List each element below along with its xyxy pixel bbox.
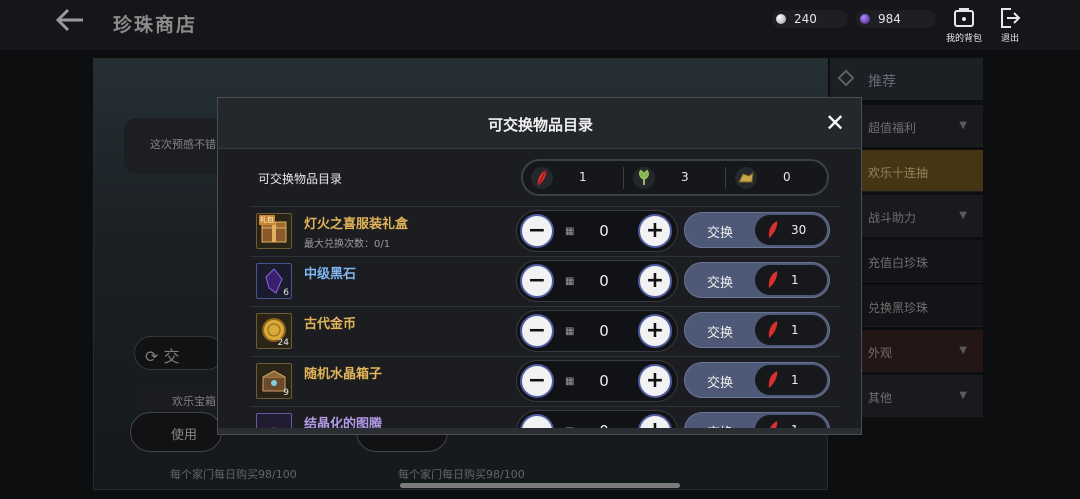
price-pill: 1 xyxy=(755,265,827,295)
white-pearl-value: 240 xyxy=(794,12,817,26)
price-value: 30 xyxy=(791,223,807,237)
increase-button[interactable]: + xyxy=(638,264,672,298)
item-quantity: 24 xyxy=(277,338,289,348)
price-value: 1 xyxy=(791,323,799,337)
decrease-button[interactable]: − xyxy=(520,364,554,398)
increase-button[interactable]: + xyxy=(638,364,672,398)
item-limit: 最大兑换次数：0/1 xyxy=(304,239,391,250)
red-feather-icon xyxy=(765,369,781,391)
quantity-value: 0 xyxy=(599,222,609,240)
red-feather-icon xyxy=(765,219,781,241)
back-arrow-icon[interactable] xyxy=(55,8,84,37)
quantity-stepper: − ▦ 0 + xyxy=(516,210,678,252)
ancient-coin-icon[interactable]: 24 xyxy=(256,313,292,349)
exchange-button[interactable]: 交换 1 xyxy=(684,362,830,398)
exit-label: 退出 xyxy=(1000,34,1019,44)
close-icon[interactable]: ✕ xyxy=(824,111,846,135)
exit-icon xyxy=(999,8,1021,28)
exchange-catalog-modal: 可交换物品目录 ✕ 可交换物品目录 1 3 0 礼包 灯火之喜服装礼盒 最大兑换… xyxy=(217,97,862,435)
decrease-button[interactable]: − xyxy=(520,264,554,298)
quantity-value: 0 xyxy=(599,272,609,290)
token-green-herb: 3 xyxy=(625,161,725,194)
price-value: 1 xyxy=(791,273,799,287)
exchange-label: 交换 xyxy=(707,376,734,391)
modal-footer-edge xyxy=(218,428,861,434)
item-name: 灯火之喜服装礼盒 xyxy=(304,217,409,232)
token-golden-relic: 0 xyxy=(727,161,827,194)
item-name: 古代金币 xyxy=(304,317,357,332)
calculator-icon[interactable]: ▦ xyxy=(565,326,574,337)
price-pill: 1 xyxy=(755,365,827,395)
catalog-label: 可交换物品目录 xyxy=(258,172,343,186)
table-row: 24 古代金币 − ▦ 0 + 交换 1 xyxy=(250,306,840,356)
black-stone-icon[interactable]: 6 xyxy=(256,263,292,299)
black-pearl-counter: 984 xyxy=(856,10,936,28)
inventory-button[interactable]: 我的背包 xyxy=(944,8,984,44)
table-row: 9 随机水晶箱子 − ▦ 0 + 交换 1 xyxy=(250,356,840,406)
exchange-label: 交换 xyxy=(707,326,734,341)
quantity-value: 0 xyxy=(599,322,609,340)
calculator-icon[interactable]: ▦ xyxy=(565,226,574,237)
increase-button[interactable]: + xyxy=(638,314,672,348)
calculator-icon[interactable]: ▦ xyxy=(565,376,574,387)
price-value: 1 xyxy=(791,373,799,387)
golden-relic-icon xyxy=(735,167,757,189)
page-title: 珍珠商店 xyxy=(113,14,198,36)
exchange-button[interactable]: 交换 30 xyxy=(684,212,830,248)
red-feather-icon xyxy=(531,167,553,189)
green-herb-icon xyxy=(633,167,655,189)
black-pearl-value: 984 xyxy=(878,12,901,26)
price-pill: 1 xyxy=(755,315,827,345)
exchange-label: 交换 xyxy=(707,226,734,241)
table-row: 6 中级黑石 − ▦ 0 + 交换 1 xyxy=(250,256,840,306)
exit-button[interactable]: 退出 xyxy=(990,8,1030,44)
inventory-label: 我的背包 xyxy=(945,34,982,44)
token-value: 1 xyxy=(579,170,587,184)
modal-title: 可交换物品目录 xyxy=(487,116,593,134)
item-quantity: 9 xyxy=(283,388,289,398)
white-pearl-icon xyxy=(776,14,786,24)
item-quantity: 6 xyxy=(283,288,289,298)
table-row: 礼包 灯火之喜服装礼盒 最大兑换次数：0/1 − ▦ 0 + 交换 30 xyxy=(250,206,840,256)
price-pill: 30 xyxy=(755,215,827,245)
token-value: 3 xyxy=(681,170,689,184)
red-feather-icon xyxy=(765,319,781,341)
item-name: 中级黑石 xyxy=(304,267,357,282)
black-pearl-icon xyxy=(860,14,870,24)
item-name: 随机水晶箱子 xyxy=(304,367,383,382)
quantity-stepper: − ▦ 0 + xyxy=(516,360,678,402)
exchange-button[interactable]: 交换 1 xyxy=(684,312,830,348)
calculator-icon[interactable]: ▦ xyxy=(565,276,574,287)
item-tag: 礼包 xyxy=(259,215,275,225)
exchange-label: 交换 xyxy=(707,276,734,291)
quantity-stepper: − ▦ 0 + xyxy=(516,260,678,302)
decrease-button[interactable]: − xyxy=(520,214,554,248)
token-divider xyxy=(623,167,624,189)
bag-icon xyxy=(953,8,975,28)
white-pearl-counter: 240 xyxy=(772,10,848,28)
quantity-stepper: − ▦ 0 + xyxy=(516,310,678,352)
token-red-feather: 1 xyxy=(523,161,623,194)
modal-header: 可交换物品目录 ✕ xyxy=(218,98,861,149)
token-value: 0 xyxy=(783,170,791,184)
quantity-value: 0 xyxy=(599,372,609,390)
costume-giftbox-icon[interactable]: 礼包 xyxy=(256,213,292,249)
token-divider xyxy=(725,167,726,189)
exchange-button[interactable]: 交换 1 xyxy=(684,262,830,298)
decrease-button[interactable]: − xyxy=(520,314,554,348)
red-feather-icon xyxy=(765,269,781,291)
token-balance-bar: 1 3 0 xyxy=(521,159,829,196)
crystal-box-icon[interactable]: 9 xyxy=(256,363,292,399)
top-bar: 珍珠商店 240 984 我的背包 退出 xyxy=(0,0,1080,50)
increase-button[interactable]: + xyxy=(638,214,672,248)
